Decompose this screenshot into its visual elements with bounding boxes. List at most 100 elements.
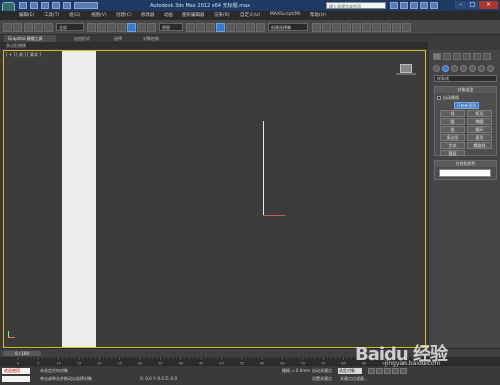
arc-button[interactable]: 弧 [440,126,465,133]
menu-edit[interactable]: 编辑(E) [19,12,34,18]
window-crossing-icon[interactable] [117,23,126,32]
viewport-label[interactable]: [ + ] [ 前 ] [ 真实 ] [6,52,41,58]
spline-vertical-segment[interactable] [263,121,264,216]
menu-views[interactable]: 视图(V) [91,12,107,18]
play-icon[interactable] [384,368,391,374]
unlink-icon[interactable] [34,23,43,32]
time-slider-handle[interactable]: 0 / 100 [3,351,41,356]
systems-icon[interactable] [487,65,494,72]
pivot-center-icon[interactable] [186,23,195,32]
auto-key-select[interactable]: 选定对象 [338,368,362,374]
minimize-button[interactable]: – [455,1,466,9]
circle-button[interactable]: 圆 [440,118,465,125]
percent-snap-icon[interactable] [236,23,245,32]
maxscript-listener[interactable]: 欢迎使用 [2,368,30,374]
geometry-icon[interactable] [433,65,440,72]
create-tab-icon[interactable] [433,53,441,60]
coordinate-display[interactable]: X: 0.0 Y: 0.0 Z: 0.0 [140,376,177,381]
name-and-color-title[interactable]: 名称和颜色 [435,161,496,167]
search-icon[interactable] [390,2,398,9]
helix-button[interactable]: 螺旋线 [467,142,492,149]
render-setup-icon[interactable] [382,23,391,32]
curve-editor-icon[interactable] [352,23,361,32]
selection-filter-select[interactable]: 全部 [56,23,84,31]
menu-rendering[interactable]: 渲染(R) [214,12,230,18]
bind-space-warp-icon[interactable] [44,23,53,32]
start-new-shape-button[interactable]: 开始新图形 [454,102,479,109]
cameras-icon[interactable] [460,65,467,72]
search-input[interactable]: 键入关键字或短语 [326,2,386,9]
select-by-name-icon[interactable] [97,23,106,32]
ngon-button[interactable]: 多边形 [440,134,465,141]
align-icon[interactable] [322,23,331,32]
communication-center-icon[interactable] [410,2,418,9]
tab-freeform[interactable]: 自由形式 [74,35,90,42]
save-file-icon[interactable] [41,2,49,9]
polygon-modeling-label[interactable]: 多边形建模 [6,42,26,49]
utilities-tab-icon[interactable] [483,53,491,60]
workspace-select[interactable] [74,2,98,9]
tab-selection[interactable]: 选择 [114,35,122,42]
edit-named-selection-icon[interactable] [256,23,265,32]
menu-maxscript[interactable]: MAXScript(M) [270,12,301,17]
shape-category-select[interactable]: 样条线 [434,75,497,82]
helpers-icon[interactable] [469,65,476,72]
open-file-icon[interactable] [30,2,38,9]
object-type-title[interactable]: 对象类型 [435,87,496,93]
menu-help[interactable]: 帮助(H) [310,12,326,18]
next-frame-icon[interactable] [392,368,399,374]
tab-object-paint[interactable]: 对象绘制 [143,35,159,42]
keyboard-shortcut-icon[interactable] [206,23,215,32]
lights-icon[interactable] [451,65,458,72]
select-object-icon[interactable] [87,23,96,32]
spline-horizontal-segment[interactable] [263,215,285,216]
undo-icon[interactable] [3,23,12,32]
auto-key-label[interactable]: 自动关键点 [312,368,332,374]
material-editor-icon[interactable] [372,23,381,32]
select-and-rotate-icon[interactable] [137,23,146,32]
space-warps-icon[interactable] [478,65,485,72]
help-icon[interactable] [430,2,438,9]
menu-create[interactable]: 创建(C) [116,12,132,18]
line-button[interactable]: 线 [440,110,465,117]
schematic-view-icon[interactable] [362,23,371,32]
layer-manager-icon[interactable] [332,23,341,32]
menu-customize[interactable]: 自定义(U) [240,12,260,18]
modify-tab-icon[interactable] [443,53,451,60]
named-selection-set[interactable]: 创建选择集 [268,23,308,31]
text-button[interactable]: 文本 [440,142,465,149]
new-file-icon[interactable] [19,2,27,9]
redo-icon[interactable] [63,2,71,9]
undo-icon[interactable] [52,2,60,9]
section-button[interactable]: 截面 [440,150,465,156]
reference-coordinate-select[interactable]: 视图 [159,23,183,31]
object-name-field[interactable] [439,169,491,177]
rectangle-button[interactable]: 矩形 [467,110,492,117]
render-production-icon[interactable] [402,23,411,32]
shapes-icon[interactable] [442,65,449,72]
display-tab-icon[interactable] [473,53,481,60]
maximize-button[interactable]: □ [467,1,478,9]
select-and-manipulate-icon[interactable] [196,23,205,32]
menu-animation[interactable]: 动画 [164,12,173,18]
goto-end-icon[interactable] [400,368,407,374]
select-and-scale-icon[interactable] [147,23,156,32]
tab-graphite-modeling[interactable]: Graphite 建模工具 [4,35,56,42]
angle-snap-icon[interactable] [226,23,235,32]
ellipse-button[interactable]: 椭圆 [467,118,492,125]
maxscript-input[interactable] [2,376,30,382]
spinner-snap-icon[interactable] [246,23,255,32]
hierarchy-tab-icon[interactable] [453,53,461,60]
graphite-toggle-icon[interactable] [342,23,351,32]
subscription-icon[interactable] [400,2,408,9]
set-key-label[interactable]: 设置关键点 [312,376,332,382]
goto-start-icon[interactable] [368,368,375,374]
donut-button[interactable]: 圆环 [467,126,492,133]
previous-frame-icon[interactable] [376,368,383,374]
plane-object[interactable] [62,51,96,347]
menu-modifiers[interactable]: 修改器 [141,12,155,18]
snaps-toggle-icon[interactable] [216,23,225,32]
star-button[interactable]: 星形 [467,134,492,141]
link-icon[interactable] [24,23,33,32]
front-viewport[interactable]: [ + ] [ 前 ] [ 真实 ] [3,50,426,348]
